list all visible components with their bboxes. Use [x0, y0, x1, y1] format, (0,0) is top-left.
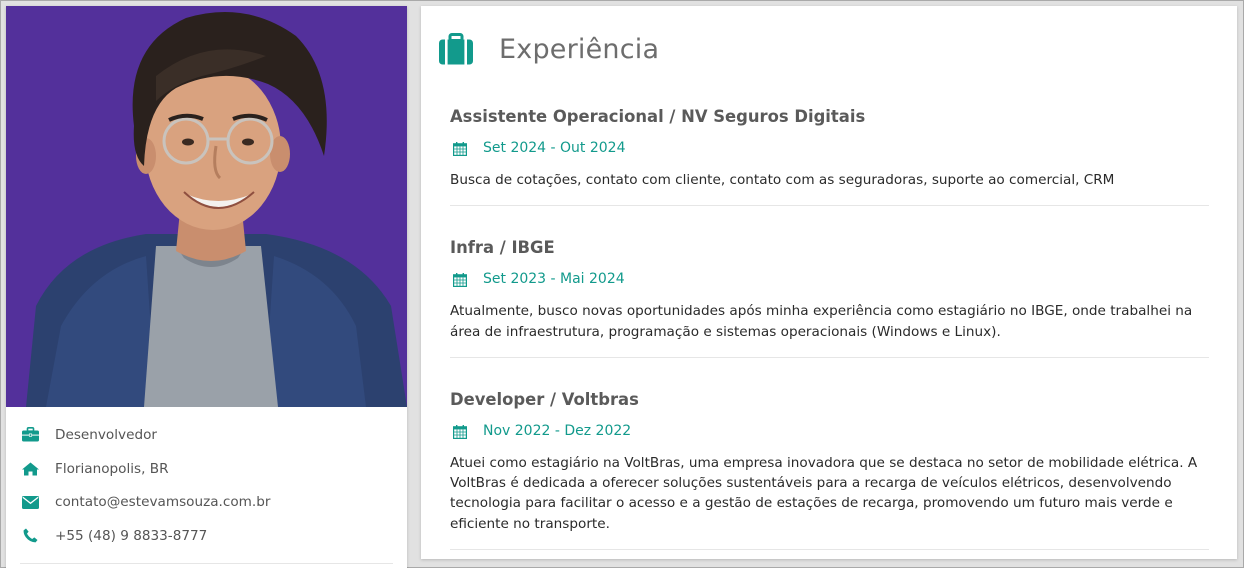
- experience-card: Experiência Assistente Operacional / NV …: [421, 6, 1237, 559]
- date-text: Set 2023 - Mai 2024: [483, 271, 625, 288]
- briefcase-icon: [21, 426, 39, 444]
- location-text: Florianopolis, BR: [55, 460, 169, 477]
- experience-entry: Infra / IBGE Set 2023 - Mai 2024 Atualme…: [450, 233, 1209, 358]
- contact-info-list: Desenvolvedor Florianopolis, BR contato@…: [6, 407, 407, 553]
- email-link[interactable]: contato@estevamsouza.com.br: [55, 494, 270, 510]
- date-text: Set 2024 - Out 2024: [483, 140, 626, 156]
- entry-date: Set 2023 - Mai 2024: [450, 264, 1209, 294]
- calendar-icon: [453, 272, 468, 288]
- briefcase-icon: [439, 33, 473, 65]
- profile-card: Desenvolvedor Florianopolis, BR contato@…: [6, 6, 407, 568]
- page-frame: Desenvolvedor Florianopolis, BR contato@…: [0, 0, 1244, 568]
- entry-title: Infra / IBGE: [450, 238, 555, 258]
- home-icon: [21, 460, 39, 478]
- experience-header: Experiência: [439, 33, 659, 65]
- entry-description: Atuei como estagiário na VoltBras, uma e…: [450, 454, 1198, 532]
- calendar-icon: [453, 141, 468, 157]
- section-title: Experiência: [499, 33, 660, 65]
- phone-link[interactable]: +55 (48) 9 8833-8777: [55, 528, 207, 544]
- entry-title: Developer / Voltbras: [450, 389, 639, 409]
- calendar-icon: [453, 424, 468, 439]
- info-row-email[interactable]: contato@estevamsouza.com.br: [6, 485, 407, 519]
- info-row-location: Florianopolis, BR: [6, 452, 407, 486]
- entry-description: Busca de cotações, contato com cliente, …: [450, 172, 1115, 188]
- date-text: Nov 2022 - Dez 2022: [483, 422, 632, 439]
- experience-entry: Assistente Operacional / NV Seguros Digi…: [450, 102, 1209, 207]
- profile-photo: [6, 6, 407, 407]
- experience-entry: Developer / Voltbras Nov 2022 - Dez 2022: [450, 385, 1209, 551]
- occupation-text: Desenvolvedor: [55, 426, 157, 443]
- entry-title: Assistente Operacional / NV Seguros Digi…: [450, 107, 866, 126]
- entry-date: Nov 2022 - Dez 2022: [450, 416, 1209, 446]
- envelope-icon: [21, 493, 39, 511]
- profile-divider: [20, 562, 393, 564]
- entry-description: Atualmente, busco novas oportunidades ap…: [450, 303, 1193, 340]
- profile-photo-illustration: [6, 6, 407, 407]
- info-row-phone[interactable]: +55 (48) 9 8833-8777: [6, 519, 407, 553]
- entry-date: Set 2024 - Out 2024: [450, 133, 1209, 163]
- experience-list: Assistente Operacional / NV Seguros Digi…: [450, 102, 1209, 551]
- phone-icon: [21, 527, 39, 545]
- info-row-occupation: Desenvolvedor: [6, 418, 407, 452]
